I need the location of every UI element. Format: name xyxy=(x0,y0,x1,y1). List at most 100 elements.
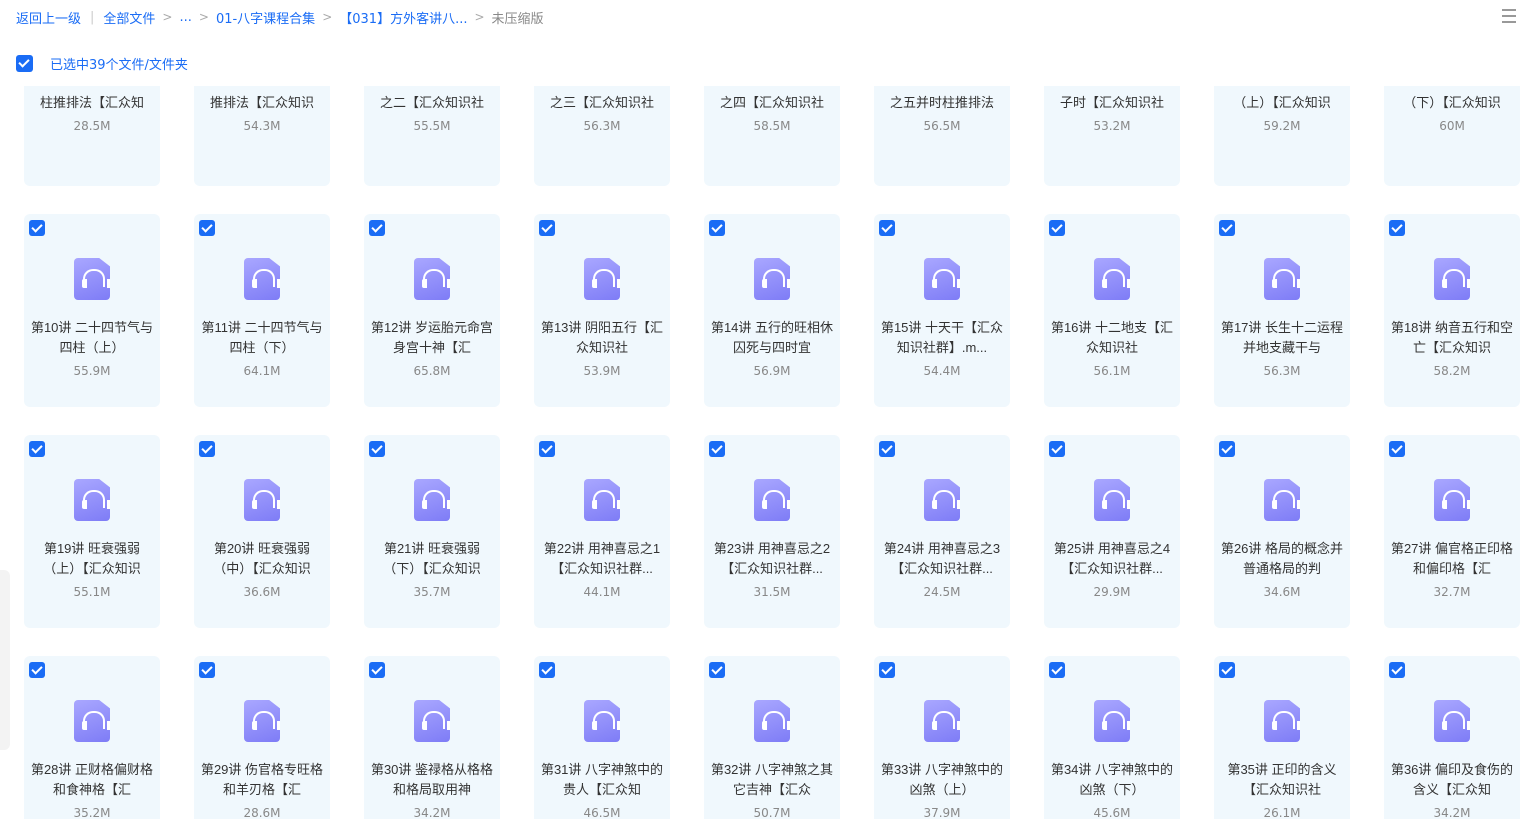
file-card[interactable]: 第34讲 八字神煞中的凶煞（下） 45.6M xyxy=(1044,656,1180,819)
file-checkbox[interactable] xyxy=(709,441,725,457)
file-card[interactable]: 第21讲 旺衰强弱（下）【汇众知识 35.7M xyxy=(364,435,500,628)
file-card[interactable]: 第30讲 鉴禄格从格格和格局取用神 34.2M xyxy=(364,656,500,819)
file-card[interactable]: 第28讲 正财格偏财格和食神格【汇 35.2M xyxy=(24,656,160,819)
file-name: 第22讲 用神喜忌之1【汇众知识社群... xyxy=(543,541,661,576)
file-card[interactable]: 推排法【汇众知识 54.3M xyxy=(194,86,330,186)
file-size: 59.2M xyxy=(1263,119,1301,133)
file-name: 之二【汇众知识社 xyxy=(379,95,484,110)
file-card[interactable]: 第20讲 旺衰强弱（中）【汇众知识 36.6M xyxy=(194,435,330,628)
file-card[interactable]: 第10讲 二十四节气与四柱（上） 55.9M xyxy=(24,214,160,407)
file-checkbox[interactable] xyxy=(879,220,895,236)
file-card[interactable]: 第31讲 八字神煞中的贵人【汇众知 46.5M xyxy=(534,656,670,819)
file-card[interactable]: 子时【汇众知识社 53.2M xyxy=(1044,86,1180,186)
file-card[interactable]: 第23讲 用神喜忌之2【汇众知识社群... 31.5M xyxy=(704,435,840,628)
breadcrumb-all-files[interactable]: 全部文件 xyxy=(103,8,155,27)
file-card[interactable]: 第27讲 偏官格正印格和偏印格【汇 32.7M xyxy=(1384,435,1520,628)
file-name: 推排法【汇众知识 xyxy=(209,95,314,110)
file-checkbox[interactable] xyxy=(709,220,725,236)
file-grid: 柱推排法【汇众知 28.5M 推排法【汇众知识 54.3M 之二【汇众知识社 55.5M 之… xyxy=(24,86,1520,819)
file-card[interactable]: 第18讲 纳音五行和空亡【汇众知识 58.2M xyxy=(1384,214,1520,407)
file-grid-viewport[interactable]: 柱推排法【汇众知 28.5M 推排法【汇众知识 54.3M 之二【汇众知识社 55.5M 之… xyxy=(0,86,1536,819)
file-checkbox[interactable] xyxy=(1389,441,1405,457)
audio-file-icon xyxy=(74,479,110,521)
file-card[interactable]: 第26讲 格局的概念并普通格局的判 34.6M xyxy=(1214,435,1350,628)
file-size: 55.9M xyxy=(73,364,111,378)
file-checkbox[interactable] xyxy=(879,441,895,457)
file-card[interactable]: 之四【汇众知识社 58.5M xyxy=(704,86,840,186)
file-checkbox[interactable] xyxy=(539,220,555,236)
file-size: 26.1M xyxy=(1263,806,1301,819)
file-size: 54.3M xyxy=(243,119,281,133)
file-checkbox[interactable] xyxy=(1049,441,1065,457)
file-size: 36.6M xyxy=(243,585,281,599)
file-checkbox[interactable] xyxy=(1219,441,1235,457)
file-checkbox[interactable] xyxy=(1389,220,1405,236)
file-card[interactable]: 第32讲 八字神煞之其它吉神【汇众 50.7M xyxy=(704,656,840,819)
back-link[interactable]: 返回上一级 xyxy=(16,8,81,27)
file-checkbox[interactable] xyxy=(1049,662,1065,678)
file-card[interactable]: 第25讲 用神喜忌之4【汇众知识社群... 29.9M xyxy=(1044,435,1180,628)
file-name: 第21讲 旺衰强弱（下）【汇众知识 xyxy=(383,541,481,576)
file-checkbox[interactable] xyxy=(369,441,385,457)
file-size: 56.3M xyxy=(583,119,621,133)
file-name: 第18讲 纳音五行和空亡【汇众知识 xyxy=(1390,320,1514,355)
selection-count-text: 已选中39个文件/文件夹 xyxy=(50,57,188,73)
audio-file-icon xyxy=(244,479,280,521)
file-card[interactable]: 之五并时柱推排法 56.5M xyxy=(874,86,1010,186)
audio-file-icon xyxy=(1434,479,1470,521)
file-checkbox[interactable] xyxy=(709,662,725,678)
breadcrumb-course-collection[interactable]: 01-八字课程合集 xyxy=(216,8,315,27)
file-checkbox[interactable] xyxy=(879,662,895,678)
audio-file-icon xyxy=(414,479,450,521)
file-size: 24.5M xyxy=(923,585,961,599)
file-card[interactable]: 第24讲 用神喜忌之3【汇众知识社群... 24.5M xyxy=(874,435,1010,628)
file-checkbox[interactable] xyxy=(199,220,215,236)
file-checkbox[interactable] xyxy=(29,441,45,457)
file-checkbox[interactable] xyxy=(199,662,215,678)
file-checkbox[interactable] xyxy=(539,662,555,678)
chevron-right-icon: > xyxy=(474,10,485,24)
select-all-checkbox[interactable] xyxy=(16,54,33,72)
list-view-icon[interactable] xyxy=(1502,9,1516,23)
file-card[interactable]: 第14讲 五行的旺相休囚死与四时宜 56.9M xyxy=(704,214,840,407)
file-name: 之三【汇众知识社 xyxy=(549,95,654,110)
breadcrumb-folder[interactable]: 【031】方外客讲八... xyxy=(339,8,467,27)
file-checkbox[interactable] xyxy=(29,220,45,236)
audio-file-icon xyxy=(924,479,960,521)
file-checkbox[interactable] xyxy=(1219,220,1235,236)
file-name: 第15讲 十天干【汇众知识社群】.m... xyxy=(880,320,1004,355)
file-name: 柱推排法【汇众知 xyxy=(39,95,144,110)
file-card[interactable]: （下）【汇众知识 60M xyxy=(1384,86,1520,186)
audio-file-icon xyxy=(1434,258,1470,300)
file-card[interactable]: 第19讲 旺衰强弱（上）【汇众知识 55.1M xyxy=(24,435,160,628)
file-card[interactable]: 第33讲 八字神煞中的凶煞（上） 37.9M xyxy=(874,656,1010,819)
audio-file-icon xyxy=(1094,258,1130,300)
file-card[interactable]: 第13讲 阴阳五行【汇众知识社 53.9M xyxy=(534,214,670,407)
file-checkbox[interactable] xyxy=(1219,662,1235,678)
file-card[interactable]: 第12讲 岁运胎元命宫身宫十神【汇 65.8M xyxy=(364,214,500,407)
file-card[interactable]: 之二【汇众知识社 55.5M xyxy=(364,86,500,186)
file-size: 46.5M xyxy=(583,806,621,819)
file-checkbox[interactable] xyxy=(199,441,215,457)
file-card[interactable]: 柱推排法【汇众知 28.5M xyxy=(24,86,160,186)
file-card[interactable]: （上）【汇众知识 59.2M xyxy=(1214,86,1350,186)
file-checkbox[interactable] xyxy=(369,662,385,678)
file-card[interactable]: 第17讲 长生十二运程并地支藏干与 56.3M xyxy=(1214,214,1350,407)
file-checkbox[interactable] xyxy=(1389,662,1405,678)
file-name: 第19讲 旺衰强弱（上）【汇众知识 xyxy=(43,541,141,576)
file-name: （下）【汇众知识 xyxy=(1403,95,1501,110)
file-card[interactable]: 第11讲 二十四节气与四柱（下） 64.1M xyxy=(194,214,330,407)
file-checkbox[interactable] xyxy=(29,662,45,678)
file-checkbox[interactable] xyxy=(369,220,385,236)
file-card[interactable]: 第36讲 偏印及食伤的含义【汇众知 34.2M xyxy=(1384,656,1520,819)
file-card[interactable]: 第15讲 十天干【汇众知识社群】.m... 54.4M xyxy=(874,214,1010,407)
file-card[interactable]: 第29讲 伤官格专旺格和羊刃格【汇 28.6M xyxy=(194,656,330,819)
file-checkbox[interactable] xyxy=(1049,220,1065,236)
file-card[interactable]: 第22讲 用神喜忌之1【汇众知识社群... 44.1M xyxy=(534,435,670,628)
file-card[interactable]: 第35讲 正印的含义【汇众知识社 26.1M xyxy=(1214,656,1350,819)
file-checkbox[interactable] xyxy=(539,441,555,457)
file-card[interactable]: 之三【汇众知识社 56.3M xyxy=(534,86,670,186)
breadcrumb-ellipsis[interactable]: ... xyxy=(179,10,191,25)
audio-file-icon xyxy=(244,258,280,300)
file-card[interactable]: 第16讲 十二地支【汇众知识社 56.1M xyxy=(1044,214,1180,407)
